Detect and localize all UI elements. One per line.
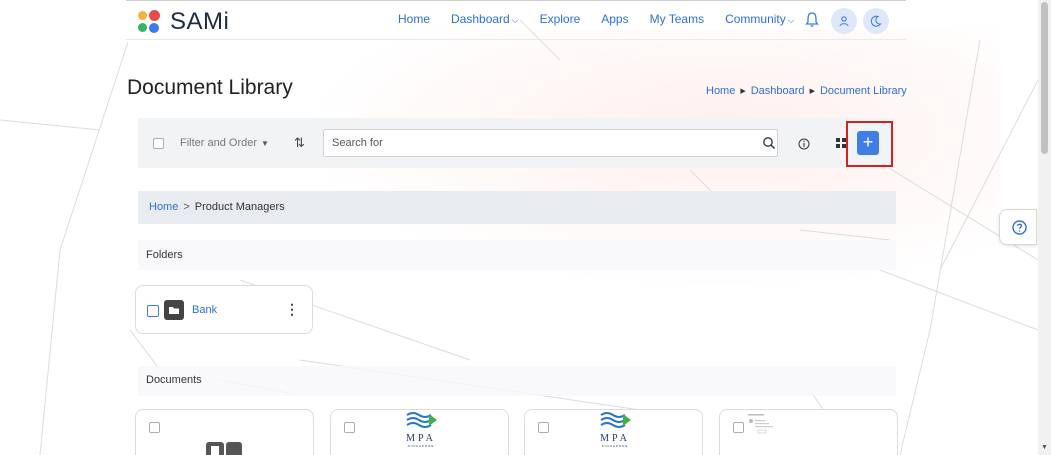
search-box xyxy=(323,129,778,157)
search-input[interactable] xyxy=(324,130,744,156)
moon-icon xyxy=(870,15,882,27)
chevron-down-icon: ⌵ xyxy=(511,15,519,25)
document-type-icon xyxy=(206,442,242,455)
nav-my-teams[interactable]: My Teams xyxy=(650,12,704,26)
nav-explore[interactable]: Explore xyxy=(540,12,581,26)
folder-card[interactable]: Bank ⋮ xyxy=(135,285,313,334)
filter-order-label: Filter and Order xyxy=(180,137,258,149)
user-button[interactable] xyxy=(831,8,857,34)
document-checkbox[interactable] xyxy=(733,422,744,433)
chevron-right-icon: > xyxy=(183,201,190,213)
library-toolbar: Filter and Order▼ ⇅ + xyxy=(138,118,896,168)
mpa-text: MPA xyxy=(600,433,630,444)
folder-name[interactable]: Bank xyxy=(192,304,217,316)
breadcrumb-current[interactable]: Document Library xyxy=(820,85,907,97)
breadcrumb-home[interactable]: Home xyxy=(706,85,735,97)
info-icon[interactable] xyxy=(798,138,810,150)
search-icon[interactable] xyxy=(762,136,776,150)
theme-toggle-button[interactable] xyxy=(863,8,889,34)
document-card[interactable]: MPA SINGAPORE xyxy=(330,409,509,455)
page-title: Document Library xyxy=(127,76,293,99)
grid-view-icon[interactable] xyxy=(836,138,846,148)
help-button[interactable] xyxy=(999,209,1037,245)
document-card[interactable]: MPA SINGAPORE xyxy=(524,409,703,455)
documents-heading: Documents xyxy=(146,374,202,386)
folder-checkbox[interactable] xyxy=(147,305,159,317)
mpa-subtext: SINGAPORE xyxy=(407,444,435,448)
app-name: SAMi xyxy=(170,8,230,35)
document-card[interactable] xyxy=(719,409,898,455)
main-nav: Home Dashboard ⌵ Explore Apps My Teams Co… xyxy=(398,12,816,26)
document-card[interactable] xyxy=(135,409,314,455)
mpa-subtext: SINGAPORE xyxy=(601,444,629,448)
nav-dashboard-label: Dashboard xyxy=(451,12,510,26)
scroll-down-arrow-icon[interactable]: ▼ xyxy=(1041,444,1048,451)
document-checkbox[interactable] xyxy=(344,422,355,433)
nav-community[interactable]: Community ⌵ xyxy=(725,12,795,26)
nav-dashboard[interactable]: Dashboard ⌵ xyxy=(451,12,519,26)
path-home-link[interactable]: Home xyxy=(149,201,178,213)
breadcrumb-dashboard[interactable]: Dashboard xyxy=(751,85,805,97)
nav-home[interactable]: Home xyxy=(398,12,430,26)
scrollbar-thumb[interactable] xyxy=(1041,2,1048,154)
mpa-wave-icon xyxy=(600,412,631,428)
bell-icon[interactable] xyxy=(804,11,820,29)
document-thumbnail xyxy=(748,414,773,434)
breadcrumb: Home ▶ Dashboard ▶ Document Library xyxy=(706,85,907,97)
top-navbar: SAMi Home Dashboard ⌵ Explore Apps My Tea… xyxy=(126,0,906,40)
chevron-down-icon: ⌵ xyxy=(787,15,795,25)
folder-icon xyxy=(164,300,184,320)
user-icon xyxy=(839,16,849,27)
sort-icon[interactable]: ⇅ xyxy=(294,135,305,151)
folders-heading: Folders xyxy=(146,249,183,261)
mpa-wave-icon xyxy=(406,412,437,428)
help-icon xyxy=(1012,220,1027,235)
select-all-checkbox[interactable] xyxy=(153,138,164,149)
mpa-text: MPA xyxy=(406,433,436,444)
nav-community-label: Community xyxy=(725,12,786,26)
mpa-logo: MPA SINGAPORE xyxy=(391,410,451,448)
folders-header-bg xyxy=(138,240,896,270)
nav-apps[interactable]: Apps xyxy=(601,12,628,26)
caret-right-icon: ▶ xyxy=(809,88,815,95)
more-options-icon[interactable]: ⋮ xyxy=(285,302,299,316)
logo[interactable]: SAMi xyxy=(138,8,229,36)
filter-order-dropdown[interactable]: Filter and Order ▼ xyxy=(180,137,269,149)
sami-logo-icon xyxy=(138,10,162,34)
mpa-logo: MPA SINGAPORE xyxy=(585,410,645,448)
document-checkbox[interactable] xyxy=(538,422,549,433)
caret-down-icon: ▼ xyxy=(261,139,269,148)
highlight-box xyxy=(846,121,893,167)
path-current: Product Managers xyxy=(194,201,285,213)
caret-right-icon: ▶ xyxy=(740,88,746,95)
document-checkbox[interactable] xyxy=(149,422,160,433)
folder-path-bar: Home > Product Managers xyxy=(138,191,896,224)
documents-header-bg xyxy=(138,366,896,396)
